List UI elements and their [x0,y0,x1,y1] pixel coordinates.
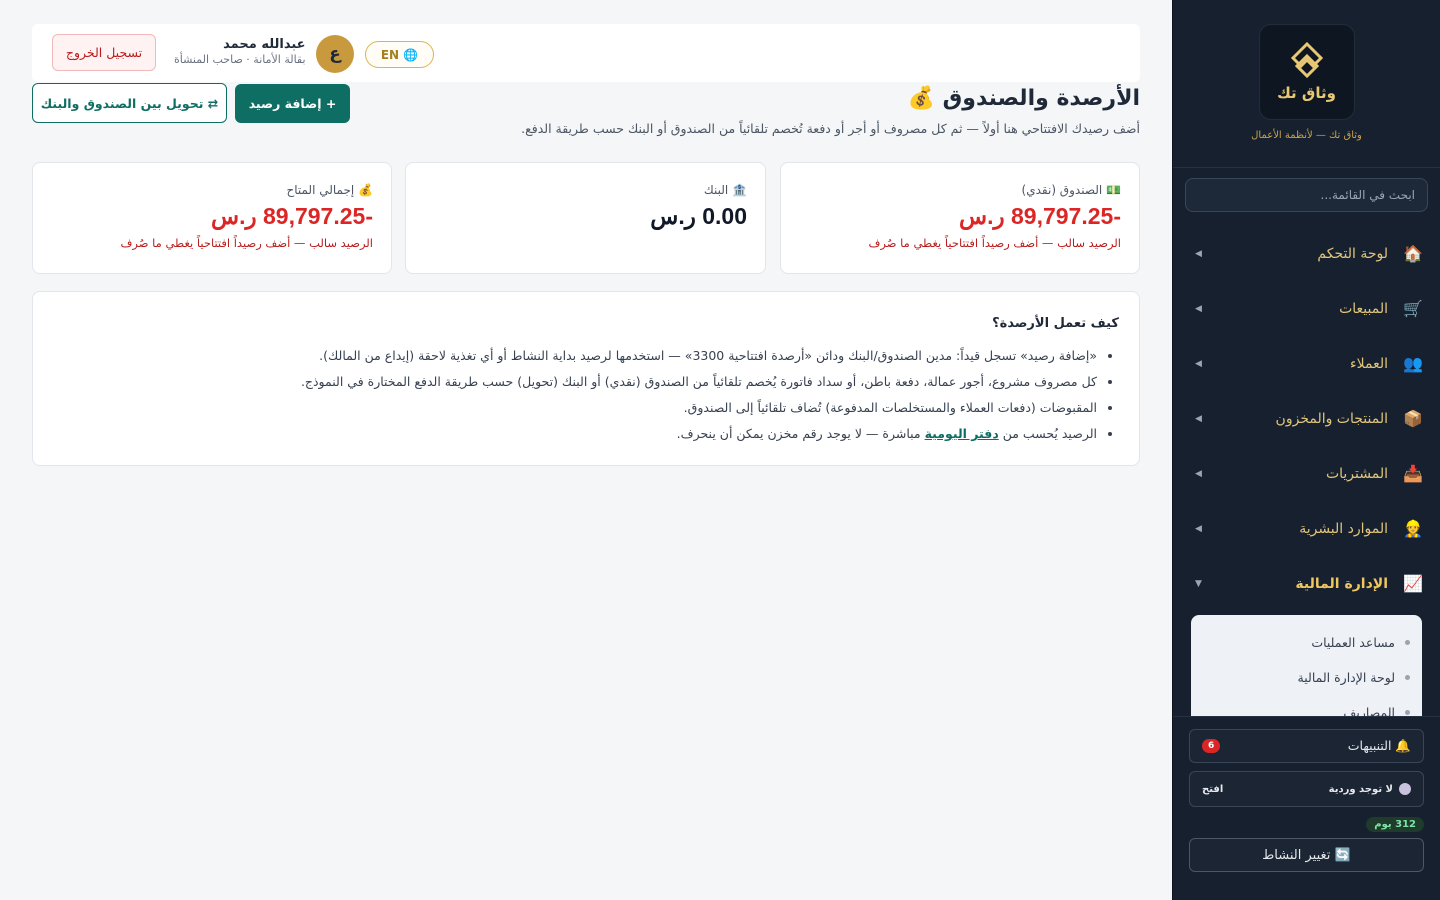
box-icon: 📦 [1403,409,1423,428]
card-label: 💵 الصندوق (نقدي) [1021,183,1121,197]
bank-card: 🏦 البنك 0.00 ر.س [405,162,766,274]
change-activity-button[interactable]: 🔄 تغيير النشاط [1189,838,1424,872]
main-content: تسجيل الخروج عبدالله محمد بقالة الأمانة … [0,0,1172,900]
shift-status-text: لا توجد وردية [1328,784,1393,795]
open-shift-button[interactable]: افتح [1202,784,1223,795]
sidebar-footer: 🔔 التنبيهات 6 لا توجد وردية افتح 312 يوم… [1173,716,1440,900]
finance-submenu: مساعد العمليات لوحة الإدارة المالية المص… [1191,615,1422,718]
avatar[interactable]: ع [316,35,354,73]
sidebar-item-hr[interactable]: 👷 الموارد البشرية ◀ [1173,501,1440,556]
notifications-label: 🔔 التنبيهات [1347,738,1411,753]
worker-icon: 👷 [1403,519,1423,538]
info-point: «إضافة رصيد» تسجل قيداً: مدين الصندوق/ال… [53,343,1097,369]
sidebar-item-label: الموارد البشرية [1299,520,1388,537]
sidebar-item-label: المبيعات [1339,300,1388,317]
logo-mark-icon [1290,42,1323,79]
sidebar-item-purchases[interactable]: 📥 المشتريات ◀ [1173,446,1440,501]
sidebar-item-label: لوحة التحكم [1317,245,1388,262]
inbox-icon: 📥 [1403,464,1423,483]
home-icon: 🏠 [1403,244,1423,263]
sidebar-item-sales[interactable]: 🛒 المبيعات ◀ [1173,281,1440,336]
sidebar-search-input[interactable]: ابحث في القائمة... [1185,178,1428,212]
chevron-left-icon: ◀ [1195,358,1202,369]
bullet-icon [1405,675,1410,680]
subscription-days-badge: 312 يوم [1366,817,1424,832]
sidebar-item-dashboard[interactable]: 🏠 لوحة التحكم ◀ [1173,226,1440,281]
brand-name: وثاق تك [1277,84,1336,102]
total-available-card: 💰 إجمالي المتاح -89,797.25 ر.س الرصيد سا… [32,162,392,274]
sidebar-item-label: المنتجات والمخزون [1275,410,1388,427]
bullet-icon [1405,640,1410,645]
shift-status: لا توجد وردية [1329,783,1411,795]
chevron-down-icon: ▼ [1195,578,1202,589]
info-point-text: مباشرة — لا يوجد رقم مخزن يمكن أن ينحرف. [676,426,921,441]
card-label: 🏦 البنك [703,183,747,197]
page-title: الأرصدة والصندوق 💰 [907,86,1140,111]
logout-button[interactable]: تسجيل الخروج [52,34,156,71]
chevron-left-icon: ◀ [1195,248,1202,259]
sidebar-subitem-finance-dashboard[interactable]: لوحة الإدارة المالية [1191,660,1422,695]
card-label: 💰 إجمالي المتاح [286,183,373,197]
user-name: عبدالله محمد [223,37,306,52]
info-point: المقبوضات (دفعات العملاء والمستخلصات الم… [53,395,1097,421]
users-icon: 👥 [1403,354,1423,373]
sidebar-item-finance[interactable]: 📈 الإدارة المالية ▼ [1173,556,1440,611]
chart-icon: 📈 [1403,574,1423,593]
brand-logo[interactable]: وثاق تك [1258,24,1355,120]
notifications-count-badge: 6 [1202,739,1221,753]
cash-box-card: 💵 الصندوق (نقدي) -89,797.25 ر.س الرصيد س… [780,162,1140,274]
transfer-button[interactable]: ⇄ تحويل بين الصندوق والبنك [32,83,227,123]
notifications-button[interactable]: 🔔 التنبيهات 6 [1189,729,1424,763]
sidebar-item-customers[interactable]: 👥 العملاء ◀ [1173,336,1440,391]
sidebar-item-label: العملاء [1350,355,1388,372]
top-bar: تسجيل الخروج عبدالله محمد بقالة الأمانة … [32,24,1140,82]
card-warning: الرصيد سالب — أضف رصيداً افتتاحياً يغطي … [868,236,1121,250]
shift-status-box: لا توجد وردية افتح [1189,771,1424,807]
sidebar-subitem-label: مساعد العمليات [1311,635,1395,650]
card-warning: الرصيد سالب — أضف رصيداً افتتاحياً يغطي … [120,236,373,250]
chevron-left-icon: ◀ [1195,303,1202,314]
sidebar-subitem-expenses[interactable]: المصاريف [1191,695,1422,718]
add-balance-button[interactable]: + إضافة رصيد [235,84,350,123]
language-toggle-button[interactable]: 🌐 EN [365,41,434,68]
page-subtitle: أضف رصيدك الافتتاحي هنا أولاً — ثم كل مص… [521,121,1140,136]
sidebar-item-label: الإدارة المالية [1295,575,1388,592]
sidebar-subitem-label: لوحة الإدارة المالية [1297,670,1395,685]
card-value: -89,797.25 ر.س [211,203,373,229]
brand-tagline: وثاق تك — لأنظمة الأعمال [1251,130,1362,141]
sidebar: وثاق تك وثاق تك — لأنظمة الأعمال ابحث في… [1172,0,1440,900]
sidebar-item-products[interactable]: 📦 المنتجات والمخزون ◀ [1173,391,1440,446]
user-role: بقالة الأمانة · صاحب المنشأة [174,53,306,66]
info-panel: كيف تعمل الأرصدة؟ «إضافة رصيد» تسجل قيدا… [32,291,1140,466]
brand: وثاق تك وثاق تك — لأنظمة الأعمال [1173,0,1440,168]
info-point: الرصيد يُحسب من دفتر اليومية مباشرة — لا… [53,421,1097,447]
info-point-text: الرصيد يُحسب من [1002,426,1097,441]
info-title: كيف تعمل الأرصدة؟ [992,316,1119,331]
chevron-left-icon: ◀ [1195,523,1202,534]
shift-status-icon [1399,783,1411,795]
sidebar-nav: 🏠 لوحة التحكم ◀ 🛒 المبيعات ◀ 👥 العملاء ◀… [1173,226,1440,718]
chevron-left-icon: ◀ [1195,413,1202,424]
user-info: عبدالله محمد بقالة الأمانة · صاحب المنشأ… [174,37,306,66]
sidebar-subitem-operations-assistant[interactable]: مساعد العمليات [1191,625,1422,660]
journal-link[interactable]: دفتر اليومية [925,426,999,441]
card-value: 0.00 ر.س [650,203,747,229]
info-list: «إضافة رصيد» تسجل قيداً: مدين الصندوق/ال… [53,343,1119,447]
cart-icon: 🛒 [1403,299,1423,318]
sidebar-item-label: المشتريات [1325,465,1388,482]
info-point: كل مصروف مشروع، أجور عمالة، دفعة باطن، أ… [53,369,1097,395]
card-value: -89,797.25 ر.س [959,203,1121,229]
bullet-icon [1405,710,1410,715]
chevron-left-icon: ◀ [1195,468,1202,479]
